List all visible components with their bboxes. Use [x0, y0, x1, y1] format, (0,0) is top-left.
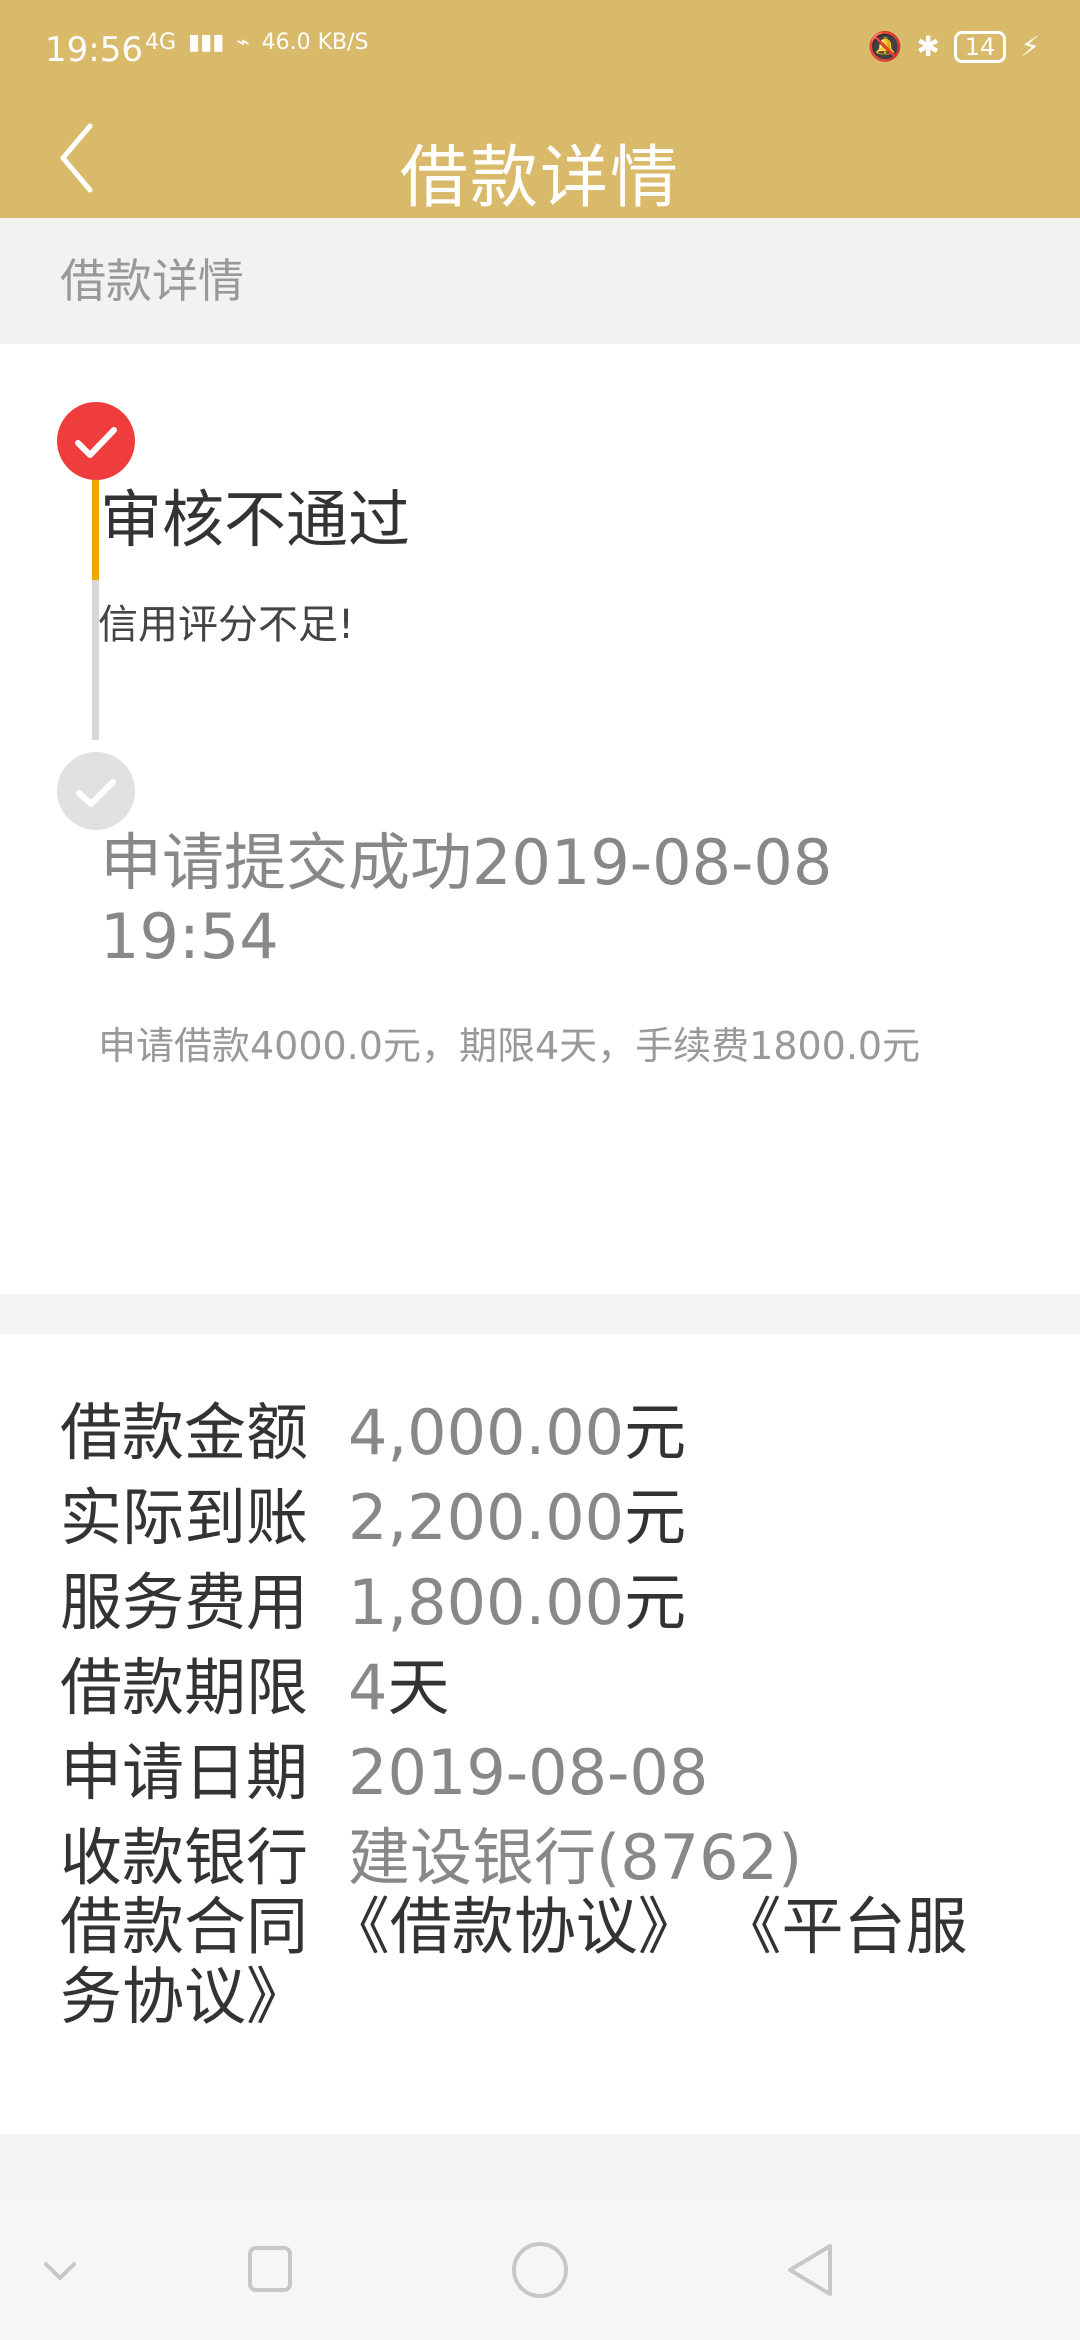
section-title: 借款详情: [0, 218, 1080, 344]
loan-agreement-link[interactable]: 《借款协议》: [328, 1890, 700, 1963]
bluetooth-icon: ✱: [916, 30, 940, 63]
amount-row: 借款金额 4,000.00 元: [60, 1382, 1020, 1472]
step-title: 审核不通过: [100, 483, 411, 556]
bank-row: 收款银行 建设银行(8762): [60, 1807, 1020, 1897]
loan-details-panel: 借款金额 4,000.00 元 实际到账 2,200.00 元 服务费用 1,8…: [0, 1334, 1080, 2134]
status-right-icons: 🔕 ✱ 14 ⚡: [867, 30, 1040, 63]
step-title: 申请提交成功2019-08-08 19:54: [100, 826, 833, 973]
step-description: 申请借款4000.0元，期限4天，手续费1800.0元: [98, 1024, 921, 1068]
received-unit: 元: [624, 1481, 687, 1554]
charging-icon: ⚡: [1020, 30, 1040, 63]
status-left-icons: 4G ▮▮▮ ⌁ 46.0 KB/S: [145, 30, 369, 55]
circle-icon[interactable]: [510, 2200, 570, 2340]
section-title-text: 借款详情: [60, 254, 244, 308]
status-bar: 19:56 4G ▮▮▮ ⌁ 46.0 KB/S 🔕 ✱ 14 ⚡: [0, 0, 1080, 100]
contract-label: 借款合同: [60, 1890, 309, 1963]
fee-unit: 元: [624, 1566, 687, 1639]
network-speed-value: 46.0: [261, 30, 311, 55]
timeline-connector-accent: [92, 480, 99, 580]
received-row: 实际到账 2,200.00 元: [60, 1467, 1020, 1557]
bank-value: 建设银行(8762): [348, 1821, 803, 1894]
status-time: 19:56: [45, 30, 143, 70]
chevron-down-icon[interactable]: [40, 2200, 80, 2340]
page-title: 借款详情: [399, 139, 680, 218]
fee-label: 服务费用: [60, 1566, 309, 1639]
square-icon[interactable]: [247, 2200, 295, 2340]
system-navigation-bar: [0, 2200, 1080, 2340]
network-speed: 46.0 KB/S: [262, 30, 369, 55]
silent-icon: 🔕: [867, 30, 903, 63]
term-label: 借款期限: [60, 1651, 309, 1724]
amount-value: 4,000.00: [348, 1396, 625, 1469]
top-app-bar: 借款详情: [0, 100, 1080, 218]
submitted-status-icon: [57, 752, 135, 830]
triangle-left-icon[interactable]: [785, 2200, 835, 2340]
date-value: 2019-08-08: [348, 1736, 709, 1809]
received-value: 2,200.00: [348, 1481, 625, 1554]
date-row: 申请日期 2019-08-08: [60, 1722, 1020, 1812]
contract-row: 借款合同 《借款协议》 《平台服务协议》: [60, 1892, 1020, 2032]
amount-label: 借款金额: [60, 1396, 309, 1469]
term-value: 4: [348, 1651, 388, 1724]
wifi-icon: ⌁: [236, 30, 250, 55]
date-label: 申请日期: [60, 1736, 309, 1809]
bank-label: 收款银行: [60, 1821, 309, 1894]
network-speed-unit: KB/S: [317, 30, 369, 55]
amount-unit: 元: [624, 1396, 687, 1469]
received-label: 实际到账: [60, 1481, 309, 1554]
step-description: 信用评分不足!: [98, 602, 355, 648]
fee-value: 1,800.00: [348, 1566, 625, 1639]
timeline-panel: 审核不通过 信用评分不足! 申请提交成功2019-08-08 19:54 申请借…: [0, 344, 1080, 1294]
signal-icon: ▮▮▮: [188, 30, 225, 55]
fee-row: 服务费用 1,800.00 元: [60, 1552, 1020, 1642]
battery-icon: 14: [953, 30, 1007, 63]
term-row: 借款期限 4 天: [60, 1637, 1020, 1727]
network-label: 4G: [145, 30, 177, 55]
term-unit: 天: [387, 1651, 450, 1724]
check-icon: [76, 779, 116, 807]
